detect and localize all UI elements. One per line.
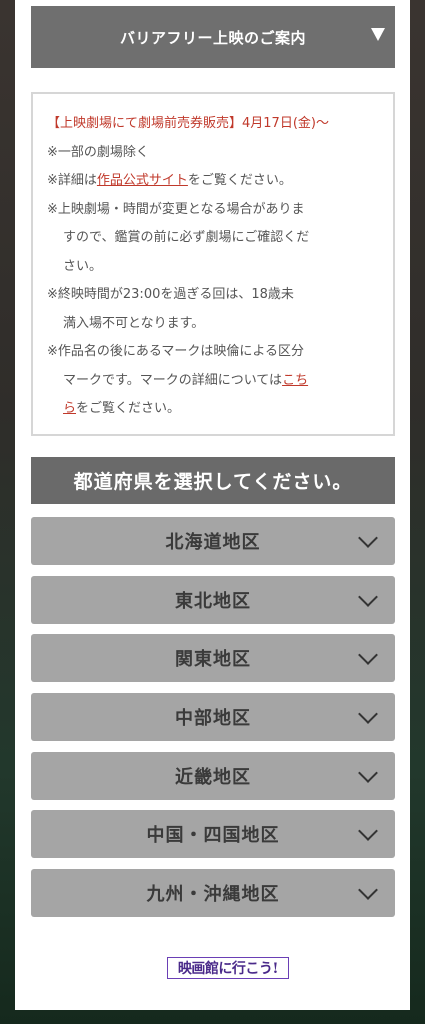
note-5-text-end: をご覧ください。 [76,401,181,416]
prefecture-select-heading: 都道府県を選択してください。 [31,457,395,504]
note-5-line-2: マークです。マークの詳細についてはこち [47,367,383,396]
triangle-down-icon [371,28,385,41]
logo-text: 映画館に行こう! [177,961,279,977]
eigakan-ni-ikou-logo[interactable]: 映画館に行こう! [167,957,289,979]
region-label: 中国・四国地区 [146,825,280,846]
region-kyushu-okinawa-button[interactable]: 九州・沖縄地区 [31,869,395,917]
note-3-line-3: さい。 [63,258,103,274]
note-4-line-2: 満入場不可となります。 [63,315,205,331]
region-label: 東北地区 [175,591,251,612]
note-3-line-2: すので、鑑賞の前に必ず劇場にご確認くだ [63,230,310,245]
advance-sale-line: 【上映劇場にて劇場前売券販売】4月17日(金)〜 [47,110,383,139]
note-5-line-3: らをご覧ください。 [47,395,383,424]
region-kanto-button[interactable]: 関東地区 [31,634,395,682]
region-hokkaido-button[interactable]: 北海道地区 [31,517,395,565]
barrier-free-accordion-button[interactable]: バリアフリー上映のご案内 [31,6,395,68]
rating-link[interactable]: こち [282,373,308,388]
region-chugoku-shikoku-button[interactable]: 中国・四国地区 [31,810,395,858]
note-1: ※一部の劇場除く [47,144,149,160]
region-label: 関東地区 [175,649,251,670]
note-2: ※詳細は作品公式サイトをご覧ください。 [47,167,383,196]
chevron-down-icon [358,880,378,900]
region-kinki-button[interactable]: 近畿地区 [31,752,395,800]
chevron-down-icon [358,763,378,783]
advance-sale-date: 4月17日(金)〜 [242,116,329,131]
region-label: 中部地区 [175,708,251,729]
chevron-down-icon [358,704,378,724]
region-label: 近畿地区 [175,767,251,788]
note-4-line-1: ※終映時間が23:00を過ぎる回は、18歳未 [47,287,294,302]
barrier-free-label: バリアフリー上映のご案内 [119,28,306,47]
rating-link-cont[interactable]: ら [63,401,76,416]
official-site-link[interactable]: 作品公式サイト [97,173,188,188]
chevron-down-icon [358,645,378,665]
note-3-line-1: ※上映劇場・時間が変更となる場合がありま [47,201,305,217]
region-chubu-button[interactable]: 中部地区 [31,693,395,741]
content-panel: バリアフリー上映のご案内 【上映劇場にて劇場前売券販売】4月17日(金)〜 ※一… [15,0,410,1010]
note-5-line-1: ※作品名の後にあるマークは映倫による区分 [47,344,304,359]
chevron-down-icon [358,528,378,548]
chevron-down-icon [358,587,378,607]
note-2-text-end: をご覧ください。 [187,173,292,188]
note-5-text: マークです。マークの詳細については [63,372,283,388]
prefecture-select-title: 都道府県を選択してください。 [73,471,353,493]
region-label: 北海道地区 [165,532,261,553]
note-2-text: ※詳細は [47,173,97,188]
region-label: 九州・沖縄地区 [146,884,280,905]
chevron-down-icon [358,821,378,841]
info-box: 【上映劇場にて劇場前売券販売】4月17日(金)〜 ※一部の劇場除く ※詳細は作品… [31,92,395,436]
region-tohoku-button[interactable]: 東北地区 [31,576,395,624]
advance-sale-label: 【上映劇場にて劇場前売券販売】 [47,116,243,131]
